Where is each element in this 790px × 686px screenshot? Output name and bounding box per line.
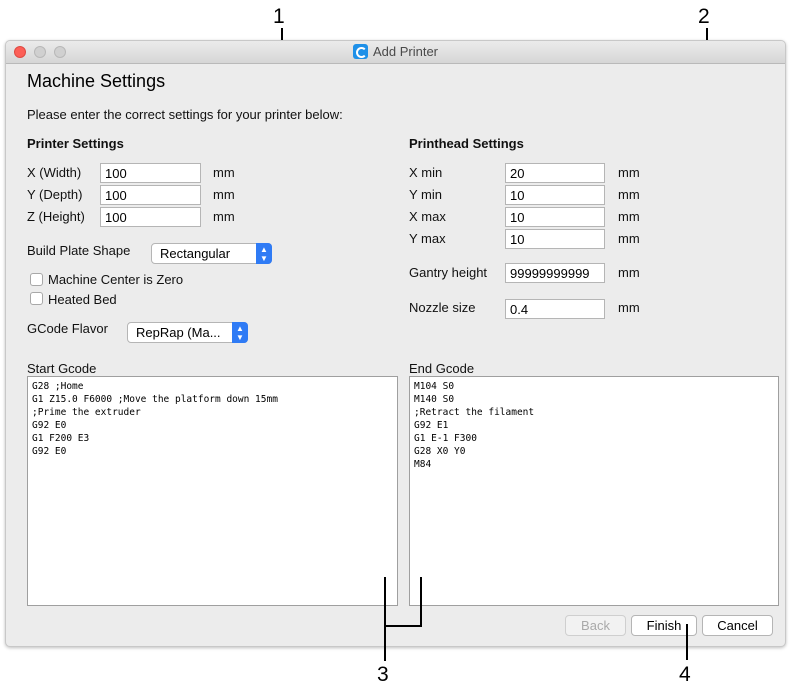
nozzle-size-unit: mm bbox=[618, 300, 640, 315]
callout-1: 1 bbox=[273, 5, 285, 28]
gantry-height-input[interactable] bbox=[505, 263, 605, 283]
gantry-height-label: Gantry height bbox=[409, 265, 488, 280]
cancel-button[interactable]: Cancel bbox=[702, 615, 773, 636]
callout-3-line-right bbox=[420, 577, 422, 627]
y-depth-input[interactable] bbox=[100, 185, 201, 205]
gcode-flavor-chevron-icon: ▲ ▼ bbox=[232, 322, 248, 343]
callout-3-line-down bbox=[384, 625, 386, 661]
z-height-input[interactable] bbox=[100, 207, 201, 227]
x-min-unit: mm bbox=[618, 165, 640, 180]
x-max-input[interactable] bbox=[505, 207, 605, 227]
y-depth-label: Y (Depth) bbox=[27, 187, 83, 202]
z-height-label: Z (Height) bbox=[27, 209, 85, 224]
back-button[interactable]: Back bbox=[565, 615, 626, 636]
y-max-input[interactable] bbox=[505, 229, 605, 249]
callout-2: 2 bbox=[698, 5, 710, 28]
gcode-flavor-label: GCode Flavor bbox=[27, 321, 108, 336]
y-min-unit: mm bbox=[618, 187, 640, 202]
callout-4: 4 bbox=[679, 663, 691, 686]
start-gcode-label: Start Gcode bbox=[27, 361, 97, 376]
end-gcode-label: End Gcode bbox=[409, 361, 475, 376]
window-title: Add Printer bbox=[372, 44, 439, 59]
x-width-label: X (Width) bbox=[27, 165, 82, 180]
window-title-wrap: Add Printer bbox=[6, 44, 785, 59]
add-printer-window: Add Printer Machine Settings Please ente… bbox=[5, 40, 786, 647]
page-title: Machine Settings bbox=[27, 71, 166, 91]
build-plate-value: Rectangular bbox=[160, 246, 231, 261]
z-height-unit: mm bbox=[213, 209, 235, 224]
printhead-settings-heading: Printhead Settings bbox=[409, 136, 524, 151]
callout-3: 3 bbox=[377, 663, 389, 686]
nozzle-size-input[interactable] bbox=[505, 299, 605, 319]
gcode-flavor-select[interactable]: RepRap (Ma... ▲ ▼ bbox=[127, 322, 248, 343]
y-min-label: Y min bbox=[409, 187, 442, 202]
y-max-unit: mm bbox=[618, 231, 640, 246]
heated-bed-label: Heated Bed bbox=[48, 292, 117, 307]
y-min-input[interactable] bbox=[505, 185, 605, 205]
machine-center-checkbox[interactable] bbox=[30, 273, 43, 286]
callout-3-line-join bbox=[384, 625, 422, 627]
x-width-unit: mm bbox=[213, 165, 235, 180]
app-icon bbox=[352, 44, 368, 59]
y-depth-unit: mm bbox=[213, 187, 235, 202]
page-subtitle: Please enter the correct settings for yo… bbox=[27, 107, 343, 122]
x-min-input[interactable] bbox=[505, 163, 605, 183]
gantry-height-unit: mm bbox=[618, 265, 640, 280]
printer-settings-heading: Printer Settings bbox=[27, 136, 124, 151]
build-plate-chevron-icon: ▲ ▼ bbox=[256, 243, 272, 264]
machine-center-label: Machine Center is Zero bbox=[48, 272, 184, 287]
x-max-unit: mm bbox=[618, 209, 640, 224]
callout-3-line-left bbox=[384, 577, 386, 627]
nozzle-size-label: Nozzle size bbox=[409, 300, 476, 315]
callout-4-line bbox=[686, 624, 688, 660]
x-width-input[interactable] bbox=[100, 163, 201, 183]
title-bar: Add Printer bbox=[6, 41, 785, 64]
start-gcode-textarea[interactable]: G28 ;Home G1 Z15.0 F6000 ;Move the platf… bbox=[27, 376, 398, 606]
end-gcode-textarea[interactable]: M104 S0 M140 S0 ;Retract the filament G9… bbox=[409, 376, 779, 606]
gcode-flavor-value: RepRap (Ma... bbox=[136, 325, 221, 340]
heated-bed-checkbox[interactable] bbox=[30, 292, 43, 305]
x-min-label: X min bbox=[409, 165, 443, 180]
build-plate-label: Build Plate Shape bbox=[27, 243, 131, 258]
x-max-label: X max bbox=[409, 209, 446, 224]
y-max-label: Y max bbox=[409, 231, 446, 246]
build-plate-select[interactable]: Rectangular ▲ ▼ bbox=[151, 243, 272, 264]
